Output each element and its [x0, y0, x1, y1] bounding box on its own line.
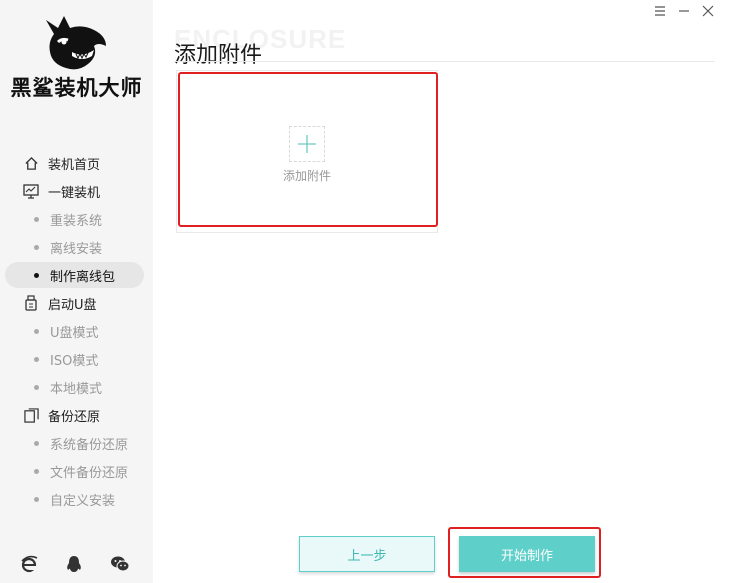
sidebar-item-label: 备份还原 — [48, 409, 101, 425]
sidebar-item-usb-mode[interactable]: U盘模式 — [0, 317, 153, 345]
app-name: 黑鲨装机大师 — [10, 76, 143, 100]
title-divider — [174, 61, 715, 62]
bullet-dot — [34, 244, 39, 250]
sidebar-bottom-links — [0, 554, 153, 578]
bullet-dot — [34, 356, 39, 362]
ie-browser-icon[interactable] — [19, 554, 39, 574]
bullet-dot — [34, 440, 39, 446]
sidebar-item-system-backup-restore[interactable]: 系统备份还原 — [0, 429, 153, 457]
sidebar-item-label: 本地模式 — [50, 381, 103, 397]
attachment-highlight-box — [178, 72, 438, 227]
shark-logo-icon — [46, 16, 106, 70]
sidebar-item-make-offline-package[interactable]: 制作离线包 — [0, 261, 153, 289]
sidebar-item-label: ISO模式 — [50, 353, 99, 369]
sidebar-item-label: 自定义安装 — [50, 493, 116, 509]
monitor-icon — [22, 182, 40, 200]
sidebar-nav: 装机首页 一键装机 重装系统 离线安装 制作离线包 启动U盘 U盘模式 ISO模… — [0, 149, 153, 513]
bullet-dot — [34, 468, 39, 474]
sidebar-item-file-backup-restore[interactable]: 文件备份还原 — [0, 457, 153, 485]
sidebar-item-label: 装机首页 — [48, 157, 101, 173]
sidebar-item-label: 系统备份还原 — [50, 437, 129, 453]
sidebar-item-backup-restore[interactable]: 备份还原 — [0, 401, 153, 429]
sidebar-item-local-mode[interactable]: 本地模式 — [0, 373, 153, 401]
wechat-icon[interactable] — [110, 554, 130, 574]
sidebar-item-custom-install[interactable]: 自定义安装 — [0, 485, 153, 513]
sidebar-item-offline-install[interactable]: 离线安装 — [0, 233, 153, 261]
sidebar-item-label: U盘模式 — [50, 325, 99, 341]
bullet-dot — [34, 384, 39, 390]
bullet-dot — [34, 216, 39, 222]
sidebar-item-label: 离线安装 — [50, 241, 103, 257]
previous-step-button[interactable]: 上一步 — [299, 536, 435, 572]
bullet-dot — [34, 496, 39, 502]
page-title: 添加附件 — [174, 43, 263, 68]
minimize-icon[interactable] — [672, 2, 696, 20]
sidebar-item-label: 重装系统 — [50, 213, 103, 229]
app-logo: 黑鲨装机大师 — [0, 0, 153, 120]
bullet-dot — [34, 272, 39, 278]
sidebar: 黑鲨装机大师 装机首页 一键装机 重装系统 离线安装 制作离线包 启动U盘 U盘… — [0, 0, 153, 583]
sidebar-item-boot-usb[interactable]: 启动U盘 — [0, 289, 153, 317]
sidebar-item-home[interactable]: 装机首页 — [0, 149, 153, 177]
sidebar-item-label: 制作离线包 — [50, 269, 116, 285]
home-icon — [22, 154, 40, 172]
window-controls — [648, 2, 720, 20]
bullet-dot — [34, 328, 39, 334]
backup-icon — [22, 406, 40, 424]
sidebar-item-label: 启动U盘 — [48, 297, 97, 313]
sidebar-item-reinstall-system[interactable]: 重装系统 — [0, 205, 153, 233]
close-icon[interactable] — [696, 2, 720, 20]
sidebar-item-label: 一键装机 — [48, 185, 101, 201]
start-button-highlight-box — [448, 527, 601, 578]
menu-icon[interactable] — [648, 2, 672, 20]
usb-icon — [22, 294, 40, 312]
sidebar-item-iso-mode[interactable]: ISO模式 — [0, 345, 153, 373]
sidebar-item-one-click-install[interactable]: 一键装机 — [0, 177, 153, 205]
qq-icon[interactable] — [64, 554, 84, 574]
sidebar-item-label: 文件备份还原 — [50, 465, 129, 481]
